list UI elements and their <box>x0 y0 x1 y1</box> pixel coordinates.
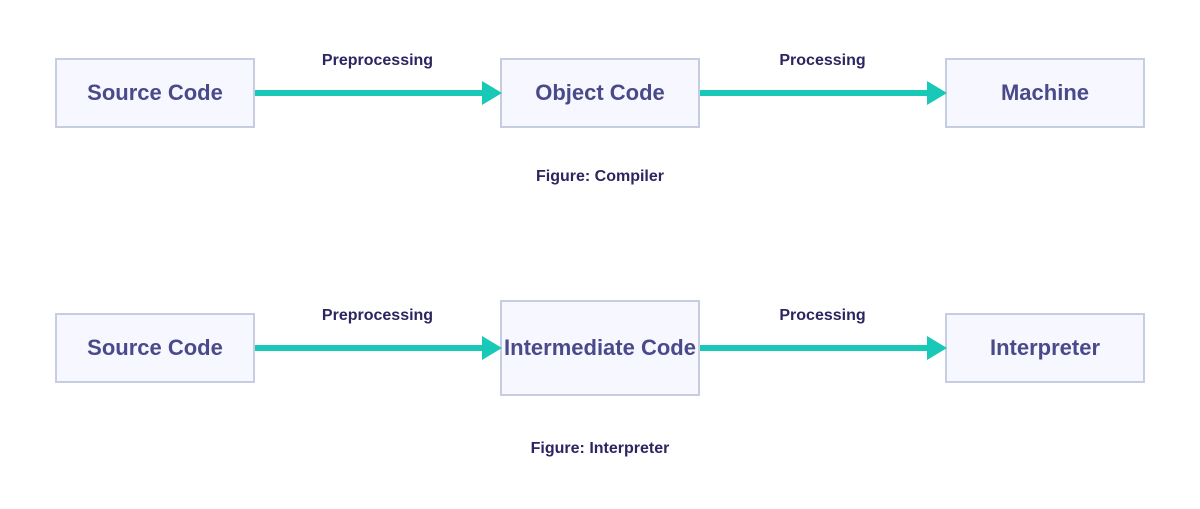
node-intermediate-code: Intermediate Code <box>500 300 700 396</box>
arrow-preprocessing: Preprocessing <box>255 58 500 128</box>
arrow-line-icon <box>255 90 486 96</box>
arrow-preprocessing: Preprocessing <box>255 313 500 383</box>
node-label: Machine <box>1001 80 1089 106</box>
arrow-label: Preprocessing <box>322 52 433 70</box>
node-source-code: Source Code <box>55 58 255 128</box>
node-label: Source Code <box>87 335 223 361</box>
arrow-line-icon <box>700 90 931 96</box>
arrow-head-icon <box>482 336 502 360</box>
arrow-processing: Processing <box>700 313 945 383</box>
compiler-flow-row: Source Code Preprocessing Object Code Pr… <box>0 58 1200 128</box>
node-label: Interpreter <box>990 335 1100 361</box>
arrow-label: Processing <box>779 307 865 325</box>
arrow-line-icon <box>700 345 931 351</box>
node-interpreter: Interpreter <box>945 313 1145 383</box>
arrow-head-icon <box>927 81 947 105</box>
node-source-code: Source Code <box>55 313 255 383</box>
arrow-processing: Processing <box>700 58 945 128</box>
node-machine: Machine <box>945 58 1145 128</box>
node-label: Source Code <box>87 80 223 106</box>
node-object-code: Object Code <box>500 58 700 128</box>
interpreter-flow-row: Source Code Preprocessing Intermediate C… <box>0 300 1200 396</box>
caption-interpreter: Figure: Interpreter <box>0 440 1200 458</box>
arrow-label: Processing <box>779 52 865 70</box>
arrow-head-icon <box>482 81 502 105</box>
node-label: Intermediate Code <box>504 335 696 361</box>
arrow-label: Preprocessing <box>322 307 433 325</box>
arrow-head-icon <box>927 336 947 360</box>
arrow-line-icon <box>255 345 486 351</box>
caption-compiler: Figure: Compiler <box>0 168 1200 186</box>
node-label: Object Code <box>535 80 665 106</box>
